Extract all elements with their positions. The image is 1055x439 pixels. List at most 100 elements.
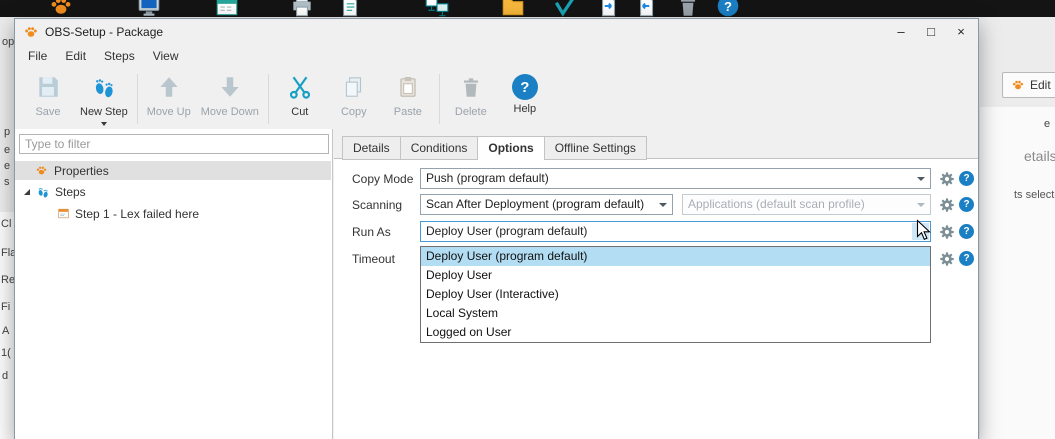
menu-steps[interactable]: Steps <box>95 47 144 65</box>
app-logo-icon[interactable] <box>48 0 74 17</box>
filter-input[interactable] <box>19 134 329 154</box>
printer-icon[interactable] <box>289 0 315 17</box>
window-title: OBS-Setup - Package <box>45 25 164 39</box>
copy-mode-label: Copy Mode <box>352 172 414 186</box>
left-fragment: Fi <box>1 301 11 313</box>
toolbar-separator <box>438 74 440 124</box>
help-icon[interactable]: ? <box>959 197 974 212</box>
paste-icon <box>395 74 421 103</box>
window-logo-icon <box>23 24 39 40</box>
copy-mode-select[interactable]: Push (program default) <box>420 168 931 189</box>
move-down-button[interactable]: Move Down <box>196 72 264 120</box>
tab-strip: Details Conditions Options Offline Setti… <box>342 136 647 160</box>
trash-icon[interactable] <box>675 0 701 17</box>
dropdown-option[interactable]: Logged on User <box>421 323 930 342</box>
background-left-edge: op p e e s Cl Fla Re Fi A 1( d <box>0 17 14 439</box>
folder-icon[interactable] <box>500 0 526 17</box>
tab-conditions[interactable]: Conditions <box>400 136 479 160</box>
step-icon <box>57 207 70 220</box>
help-icon: ? <box>511 74 538 100</box>
chevron-down-icon[interactable] <box>654 196 671 213</box>
move-up-icon <box>156 74 182 103</box>
copy-button[interactable]: Copy <box>327 72 381 120</box>
app-logo-icon <box>1011 78 1025 92</box>
cut-button[interactable]: Cut <box>273 72 327 120</box>
dropdown-option[interactable]: Deploy User (program default) <box>421 247 930 266</box>
gear-icon[interactable] <box>939 224 955 240</box>
help-button[interactable]: ? Help <box>498 72 552 117</box>
document-icon[interactable] <box>337 0 363 17</box>
checkmark-icon[interactable] <box>552 0 578 17</box>
help-icon[interactable]: ? <box>959 251 974 266</box>
delete-icon <box>458 74 484 103</box>
left-fragment: p <box>4 126 11 138</box>
svg-text:?: ? <box>724 0 732 14</box>
tab-offline-settings[interactable]: Offline Settings <box>544 136 647 160</box>
tab-options[interactable]: Options <box>478 136 545 160</box>
page-import-icon[interactable] <box>595 0 621 17</box>
scanning-select[interactable]: Scan After Deployment (program default) <box>420 194 673 215</box>
left-fragment: Fla <box>1 247 14 259</box>
save-button[interactable]: Save <box>21 72 75 120</box>
properties-icon <box>35 164 48 177</box>
background-right-edge: Edit P e etails ts selected) <box>980 17 1055 439</box>
help-icon[interactable]: ? <box>715 0 741 17</box>
save-icon <box>35 74 61 103</box>
network-computers-icon[interactable] <box>424 0 450 17</box>
calendar-icon[interactable] <box>214 0 240 17</box>
tree-panel: Properties Steps Step 1 - Lex failed her… <box>15 129 333 439</box>
tab-details[interactable]: Details <box>342 136 401 160</box>
title-bar[interactable]: OBS-Setup - Package – □ × <box>15 19 978 45</box>
paste-button[interactable]: Paste <box>381 72 435 120</box>
dropdown-option[interactable]: Deploy User <box>421 266 930 285</box>
tree-item-step1[interactable]: Step 1 - Lex failed here <box>15 204 331 223</box>
delete-button[interactable]: Delete <box>444 72 498 120</box>
dropdown-option[interactable]: Deploy User (Interactive) <box>421 285 930 304</box>
page-export-icon[interactable] <box>633 0 659 17</box>
help-icon[interactable]: ? <box>959 224 974 239</box>
minimize-button[interactable]: – <box>886 20 916 43</box>
tree-item-steps[interactable]: Steps <box>15 182 331 201</box>
cut-icon <box>287 74 313 103</box>
steps-icon <box>36 185 50 199</box>
toolbar-separator <box>136 74 138 124</box>
left-fragment: Re <box>1 274 14 286</box>
computer-icon[interactable] <box>136 0 162 17</box>
menu-file[interactable]: File <box>19 47 56 65</box>
run-as-dropdown-list: Deploy User (program default) Deploy Use… <box>420 246 931 343</box>
left-fragment: d <box>2 370 9 382</box>
gear-icon[interactable] <box>939 197 955 213</box>
edit-package-button[interactable]: Edit P <box>1002 72 1055 98</box>
left-fragment: op <box>2 36 14 48</box>
new-step-button[interactable]: New Step <box>75 72 133 128</box>
close-button[interactable]: × <box>946 20 976 43</box>
maximize-button[interactable]: □ <box>916 20 946 43</box>
gear-icon[interactable] <box>939 171 955 187</box>
gear-icon[interactable] <box>939 251 955 267</box>
background-toolbar: ? <box>0 0 1055 17</box>
menu-view[interactable]: View <box>144 47 188 65</box>
scanning-value: Scan After Deployment (program default) <box>426 197 645 211</box>
copy-mode-value: Push (program default) <box>426 171 549 185</box>
options-form: Copy Mode Push (program default) ? Scann… <box>334 158 978 439</box>
window-content: Properties Steps Step 1 - Lex failed her… <box>15 129 978 439</box>
chevron-down-icon <box>912 196 929 213</box>
timeout-label: Timeout <box>352 252 395 266</box>
left-fragment: e <box>4 144 11 156</box>
help-icon[interactable]: ? <box>959 171 974 186</box>
chevron-down-icon[interactable] <box>912 170 929 187</box>
left-fragment: s <box>4 176 10 188</box>
menu-edit[interactable]: Edit <box>56 47 95 65</box>
left-fragment: 1( <box>1 347 11 359</box>
tree-item-properties[interactable]: Properties <box>15 161 331 180</box>
new-step-dropdown-caret[interactable] <box>100 122 107 126</box>
edit-package-label: Edit P <box>1030 78 1055 92</box>
expander-icon[interactable] <box>24 188 30 195</box>
dropdown-option[interactable]: Local System <box>421 304 930 323</box>
tree-item-label: Properties <box>54 163 109 178</box>
move-up-button[interactable]: Move Up <box>142 72 196 120</box>
copy-icon <box>341 74 367 103</box>
toolbar-separator <box>267 74 269 124</box>
run-as-select[interactable]: Deploy User (program default) <box>420 221 931 242</box>
scanning-label: Scanning <box>352 198 403 212</box>
